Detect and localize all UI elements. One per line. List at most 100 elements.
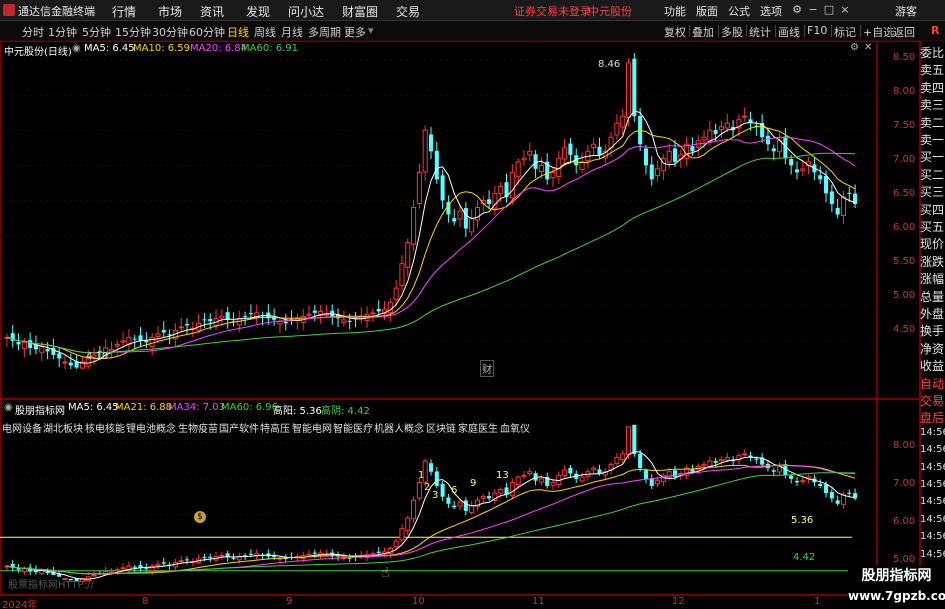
sidebar-item[interactable]: 卖二 [920, 114, 945, 131]
candle-body [614, 456, 620, 464]
candle-body [824, 176, 829, 194]
menu-xiaoda[interactable]: 问小达 [288, 3, 324, 20]
concept-tag[interactable]: 特高压 [260, 420, 290, 435]
candle-body [132, 566, 137, 568]
concept-tag[interactable]: 区块链 [426, 420, 456, 435]
tool-mark[interactable]: 标记 [834, 24, 856, 40]
candle-body [393, 287, 399, 300]
sidebar-item[interactable]: 14:56 [920, 496, 945, 507]
menu-options[interactable]: 选项 [760, 3, 782, 19]
sidebar-item[interactable]: 14:56 [920, 531, 945, 542]
period-30min[interactable]: 30分钟 [152, 24, 188, 40]
indicator-settings-icon[interactable]: ◉ [4, 402, 13, 413]
concept-tag[interactable]: 机器人概念 [374, 420, 424, 435]
period-multi[interactable]: 多周期 [308, 24, 341, 40]
menu-function[interactable]: 功能 [664, 3, 686, 19]
sidebar-item[interactable]: 委比 [920, 44, 945, 61]
user-guest[interactable]: 游客 [895, 3, 917, 19]
sidebar-item[interactable]: 14:56 [920, 479, 945, 490]
period-60min[interactable]: 60分钟 [189, 24, 225, 40]
sidebar-item[interactable]: 交易 [920, 392, 945, 409]
concept-tag[interactable]: 智能电网 [292, 420, 332, 435]
sidebar-item[interactable]: 买五 [920, 218, 945, 235]
sidebar-item[interactable]: 14:56 [920, 549, 945, 560]
close-icon[interactable]: × [838, 3, 852, 17]
period-15min[interactable]: 15分钟 [115, 24, 151, 40]
sidebar-item[interactable]: 买一 [920, 148, 945, 165]
sidebar-item[interactable]: 卖四 [920, 79, 945, 96]
concept-tag[interactable]: 核电核能 [85, 420, 125, 435]
sidebar-item[interactable]: 卖三 [920, 96, 945, 113]
chart-settings-icon[interactable]: ⚙ [850, 42, 859, 53]
login-status[interactable]: 证券交易未登录 [514, 3, 591, 19]
concept-tag[interactable]: 血氧仪 [500, 420, 530, 435]
concept-tag[interactable]: 锂电池概念 [126, 420, 176, 435]
main-candlestick-chart[interactable] [0, 41, 877, 399]
sidebar-item[interactable]: 自动 [920, 375, 945, 392]
candle-body [824, 484, 829, 494]
period-more[interactable]: 更多 [344, 24, 366, 40]
sidebar-item[interactable]: 涨幅 [920, 270, 945, 287]
sidebar-item[interactable]: 14:56 [920, 462, 945, 473]
candle-body [312, 310, 317, 313]
candle-body [527, 150, 533, 156]
sidebar-item[interactable]: 买三 [920, 183, 945, 200]
sidebar-item[interactable]: 净资 [920, 340, 945, 357]
sidebar-item[interactable]: 收益 [920, 357, 945, 374]
period-5min[interactable]: 5分钟 [82, 24, 111, 40]
concept-tag[interactable]: 电网设备 [2, 420, 42, 435]
menu-market[interactable]: 市场 [158, 3, 182, 20]
concept-tag[interactable]: 智能医疗 [333, 420, 373, 435]
chart-close-icon[interactable]: ✕ [864, 42, 872, 53]
menu-wealth[interactable]: 财富圈 [342, 3, 378, 20]
menu-news[interactable]: 资讯 [200, 3, 224, 20]
sidebar-item[interactable]: 卖一 [920, 131, 945, 148]
candle-body [840, 494, 847, 505]
sidebar-item[interactable]: 买二 [920, 166, 945, 183]
toolbar-divider [718, 25, 719, 37]
sidebar-item[interactable]: 卖五 [920, 61, 945, 78]
period-monthly[interactable]: 月线 [281, 24, 303, 40]
sidebar-item[interactable]: 盘后 [920, 409, 945, 426]
tool-back[interactable]: 返回 [893, 24, 915, 40]
sidebar-item[interactable]: 换手 [920, 322, 945, 339]
candle-body [202, 556, 207, 558]
menu-quotes[interactable]: 行情 [112, 3, 136, 20]
concept-tag[interactable]: 国产软件 [219, 420, 259, 435]
period-weekly[interactable]: 周线 [254, 24, 276, 40]
sidebar-item[interactable]: 现价 [920, 235, 945, 252]
maximize-icon[interactable]: □ [822, 3, 836, 17]
menu-trade[interactable]: 交易 [396, 3, 420, 20]
sidebar-item[interactable]: 涨跌 [920, 253, 945, 270]
sidebar-item[interactable]: 总量 [920, 288, 945, 305]
period-daily[interactable]: 日线 [227, 24, 249, 40]
concept-tag[interactable]: 湖北板块 [43, 420, 83, 435]
candle-body [405, 517, 411, 532]
tool-overlay[interactable]: 叠加 [692, 24, 714, 40]
signal-coin-icon[interactable]: $ [194, 511, 206, 523]
tool-multi-stock[interactable]: 多股 [721, 24, 743, 40]
sidebar-item[interactable]: 外盘 [920, 305, 945, 322]
minimize-icon[interactable]: − [806, 3, 820, 17]
period-timeshare[interactable]: 分时 [22, 24, 44, 40]
concept-tag[interactable]: 家庭医生 [458, 420, 498, 435]
sidebar-item[interactable]: 14:56 [920, 444, 945, 455]
tool-draw-line[interactable]: 画线 [778, 24, 800, 40]
menu-layout[interactable]: 版面 [696, 3, 718, 19]
menu-formula[interactable]: 公式 [728, 3, 750, 19]
tool-restore-rights[interactable]: 复权 [664, 24, 686, 40]
candle-body [487, 496, 492, 499]
financial-event-marker[interactable]: 财 [480, 360, 494, 377]
ma-settings-icon[interactable]: ◉ [72, 43, 81, 54]
more-chevron-icon[interactable]: ▾ [368, 24, 374, 37]
candle-body [45, 349, 50, 352]
menu-discover[interactable]: 发现 [246, 3, 270, 20]
sidebar-item[interactable]: 14:56 [920, 427, 945, 438]
period-1min[interactable]: 1分钟 [48, 24, 77, 40]
sidebar-item[interactable]: 14:56 [920, 514, 945, 525]
concept-tag[interactable]: 生物疫苗 [178, 420, 218, 435]
tool-f10[interactable]: F10 [807, 24, 827, 37]
tool-statistics[interactable]: 统计 [749, 24, 771, 40]
sidebar-item[interactable]: 买四 [920, 201, 945, 218]
settings-icon[interactable]: ⚙ [790, 3, 804, 17]
